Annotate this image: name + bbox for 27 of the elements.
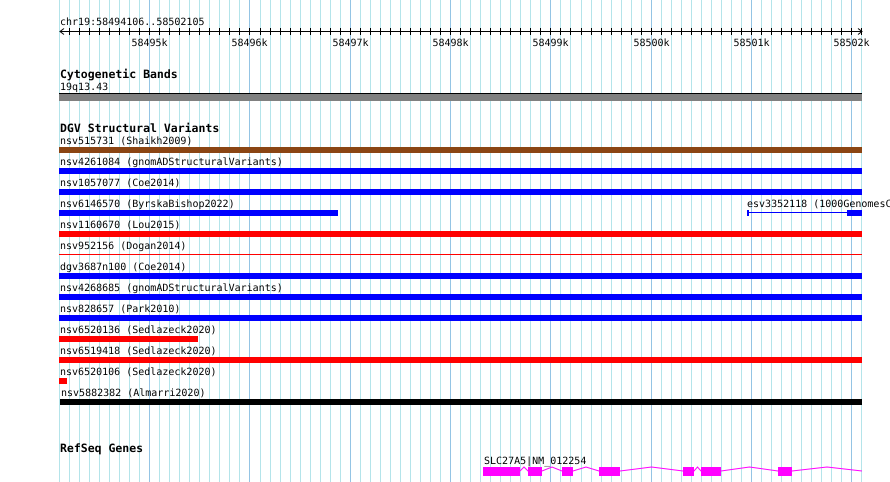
tick-label: 58495k [131, 38, 168, 49]
variant-label: nsv4261084 (gnomADStructuralVariants) [60, 157, 283, 168]
tick-label: 58501k [733, 38, 770, 49]
variant-label: nsv6146570 (ByrskaBishop2022) [60, 199, 235, 210]
tick-label: 58496k [231, 38, 268, 49]
track-title: RefSeq Genes [60, 441, 144, 455]
tick-label: 58502k [833, 38, 870, 49]
tick-label: 58499k [532, 38, 569, 49]
variant-label: nsv1057077 (Coe2014) [60, 178, 180, 189]
variant-label: nsv6520136 (Sedlazeck2020) [60, 325, 217, 336]
tick-label: 58498k [432, 38, 469, 49]
variant-label: nsv6519418 (Sedlazeck2020) [60, 346, 217, 357]
track-title: Cytogenetic Bands [60, 67, 178, 81]
tick-label: 58500k [633, 38, 670, 49]
variant-label: nsv952156 (Dogan2014) [60, 241, 186, 252]
variant-label: nsv6520106 (Sedlazeck2020) [60, 367, 217, 378]
variant-label: nsv1160670 (Lou2015) [60, 220, 180, 231]
gene-label: SLC27A5|NM_012254 [484, 456, 586, 467]
variant-label: nsv5882382 (Almarri2020) [61, 388, 206, 399]
band-label: 19q13.43 [60, 82, 108, 93]
variant-label: nsv515731 (Shaikh2009) [60, 136, 192, 147]
tick-label: 58497k [332, 38, 369, 49]
track-title: DGV Structural Variants [60, 121, 220, 135]
variant-label: nsv828657 (Park2010) [60, 304, 180, 315]
location-label: chr19:58494106..58502105 [60, 17, 204, 28]
variant-label: dgv3687n100 (Coe2014) [60, 262, 186, 273]
variant-label: nsv4268685 (gnomADStructuralVariants) [60, 283, 283, 294]
